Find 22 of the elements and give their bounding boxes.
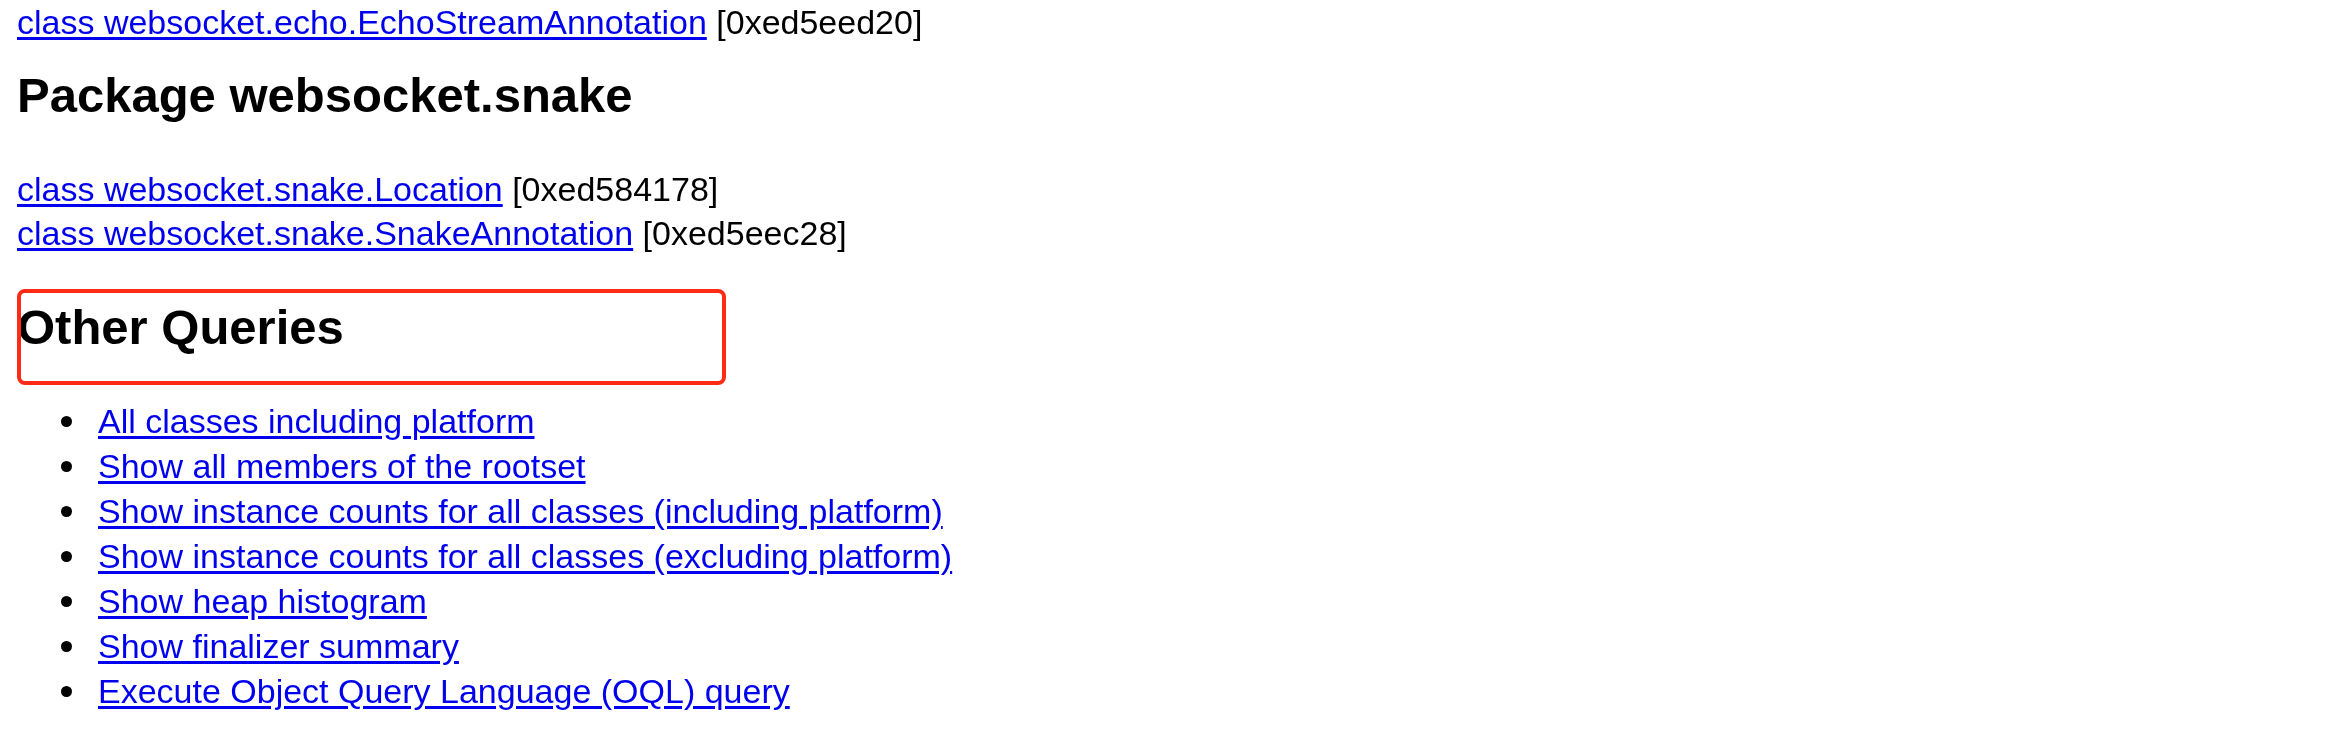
bullet-icon [61,416,72,427]
query-link[interactable]: All classes including platform [98,399,535,444]
query-link[interactable]: Show all members of the rootset [98,444,586,489]
class-link[interactable]: class websocket.snake.Location [17,170,503,208]
bullet-icon [61,551,72,562]
bullet-icon [61,686,72,697]
query-link[interactable]: Show instance counts for all classes (including platform) [98,489,943,534]
class-link[interactable]: class websocket.snake.SnakeAnnotation [17,214,634,252]
section-heading: Other Queries [17,299,344,355]
bullet-icon [61,641,72,652]
query-link[interactable]: Execute Object Query Language (OQL) query [98,669,790,714]
class-link[interactable]: class websocket.echo.EchoStreamAnnotation [17,3,707,41]
section-heading: Package websocket.snake [17,67,633,123]
bullet-icon [61,506,72,517]
object-address: [0xed5eec28] [642,214,847,252]
bullet-icon [61,461,72,472]
object-address: [0xed5eed20] [716,3,923,41]
query-link[interactable]: Show instance counts for all classes (excluding platform) [98,534,953,579]
query-link[interactable]: Show finalizer summary [98,624,459,669]
query-link[interactable]: Show heap histogram [98,579,427,624]
bullet-icon [61,596,72,607]
object-address: [0xed584178] [512,170,719,208]
